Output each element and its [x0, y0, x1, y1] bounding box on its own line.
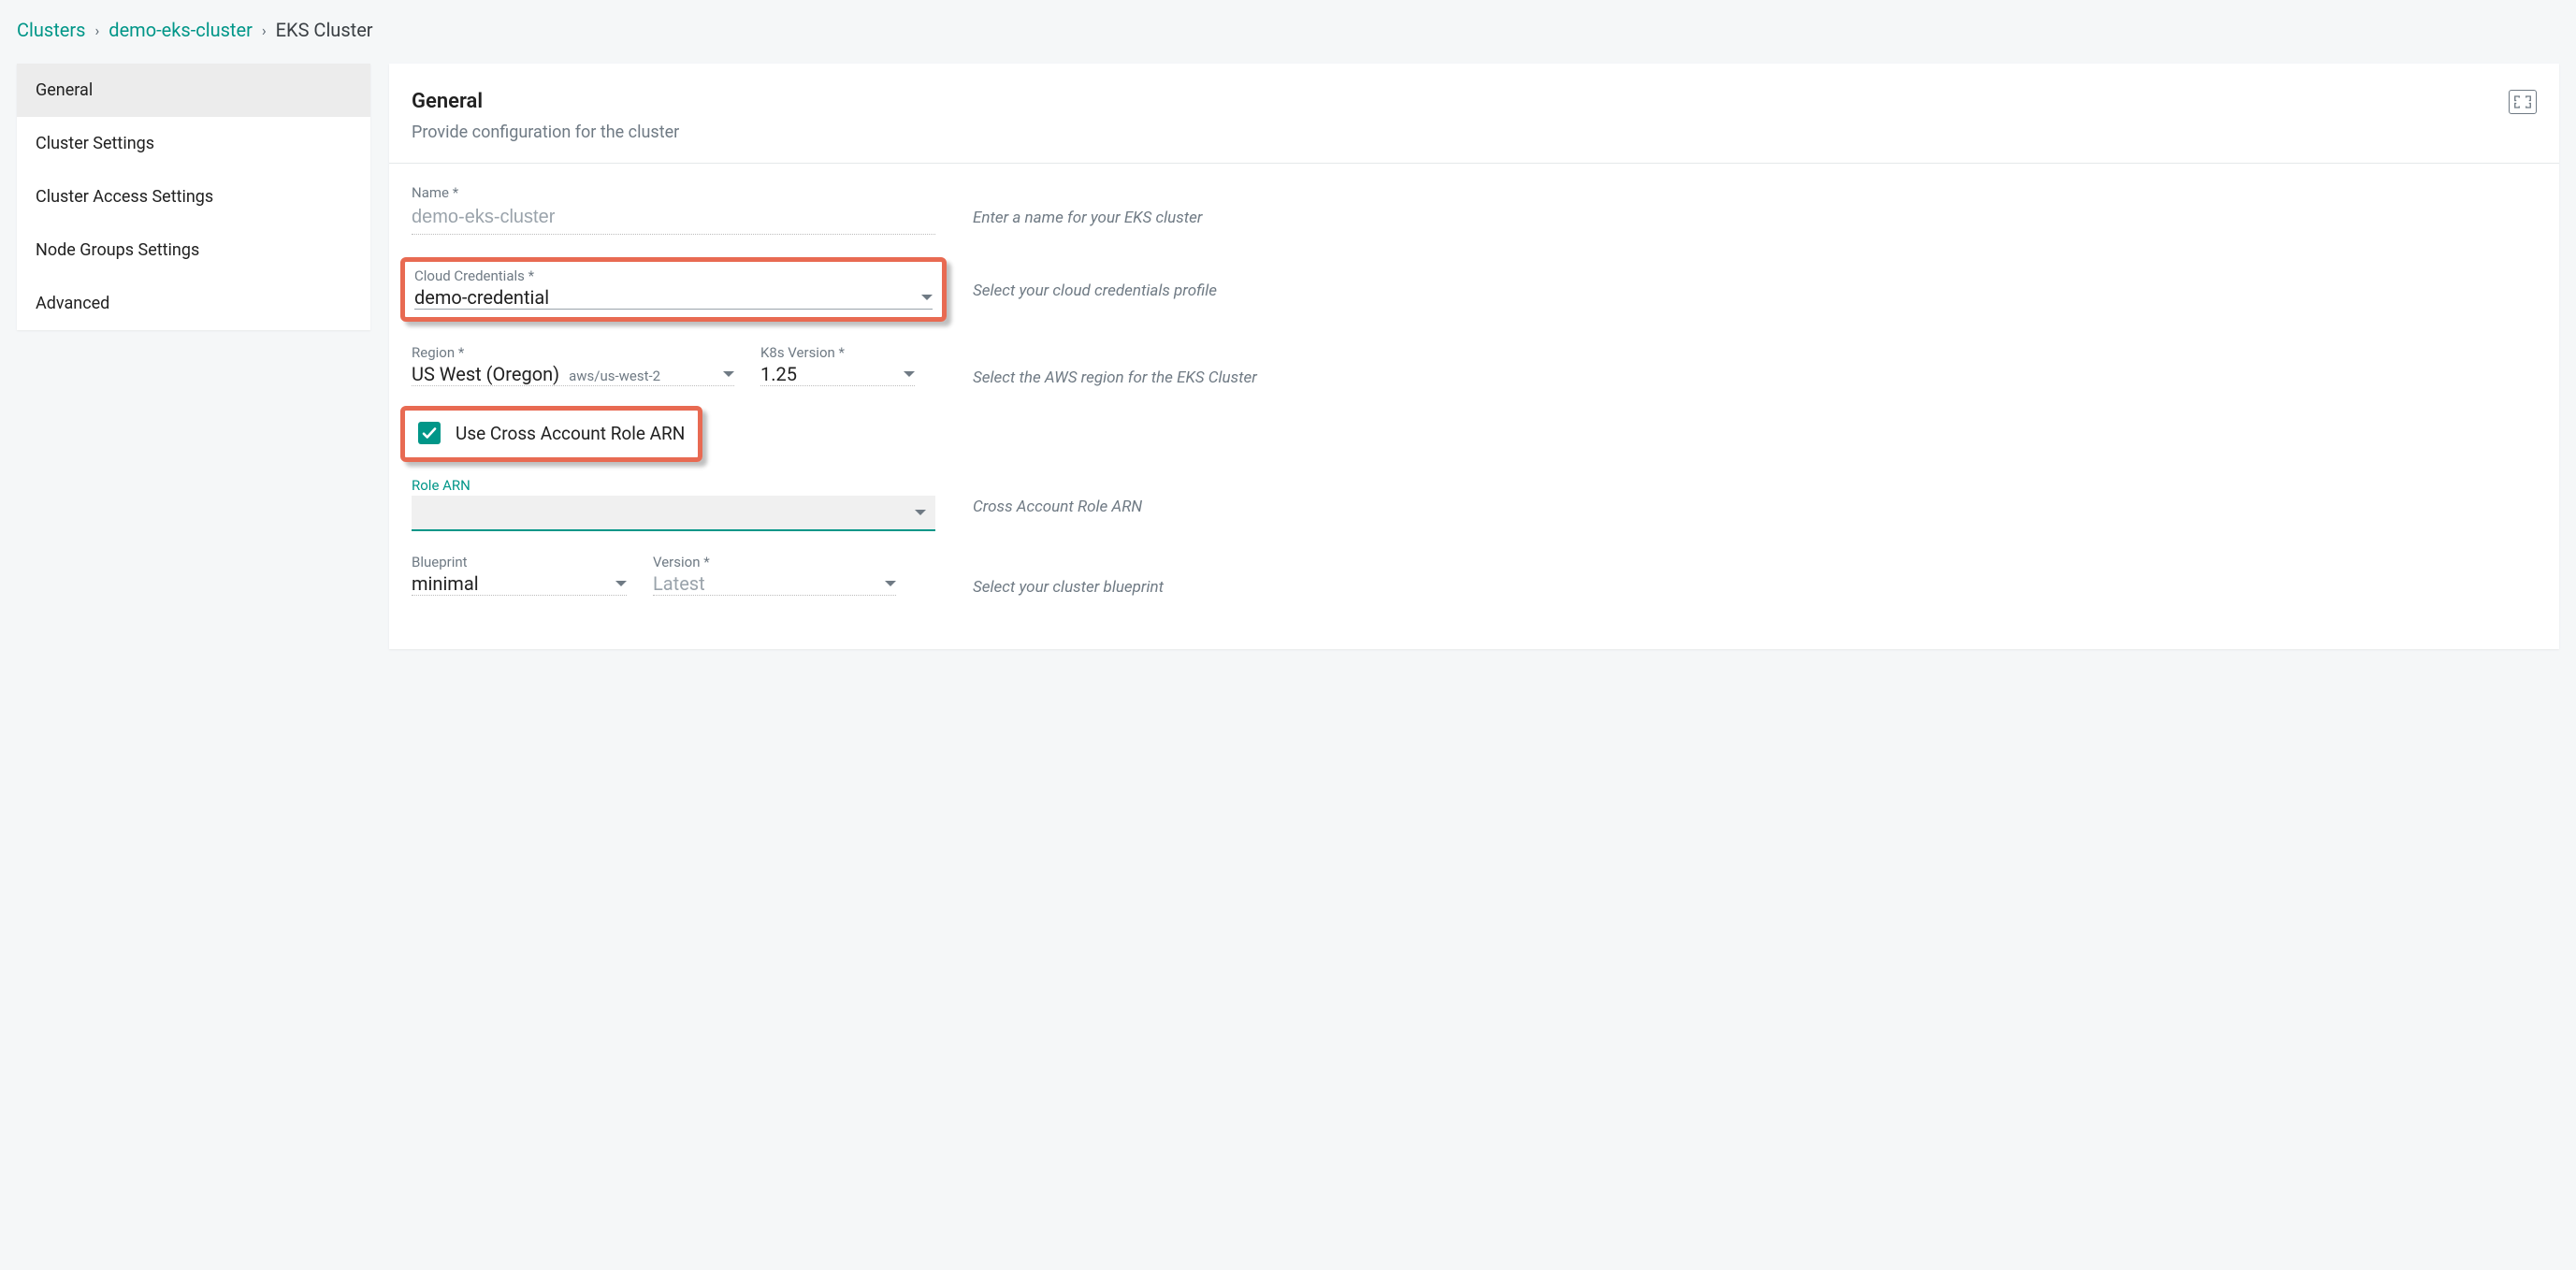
cross-account-label: Use Cross Account Role ARN: [456, 423, 685, 444]
main-panel: General Provide configuration for the cl…: [389, 64, 2559, 649]
cross-account-checkbox-row[interactable]: Use Cross Account Role ARN: [414, 416, 688, 450]
region-sub: aws/us-west-2: [569, 368, 660, 384]
blueprint-label: Blueprint: [412, 554, 627, 570]
cross-account-checkbox[interactable]: [418, 422, 441, 444]
name-label: Name *: [412, 184, 935, 201]
region-field[interactable]: Region * US West (Oregon) aws/us-west-2: [412, 344, 734, 386]
version-field[interactable]: Version * Latest: [653, 554, 896, 596]
name-input[interactable]: [412, 203, 935, 234]
section-title: General: [412, 90, 679, 113]
region-value: US West (Oregon): [412, 363, 559, 385]
breadcrumb-separator: ›: [94, 22, 99, 39]
blueprint-hint: Select your cluster blueprint: [973, 554, 2537, 597]
role-arn-select[interactable]: [412, 496, 935, 529]
cloud-credentials-hint: Select your cloud credentials profile: [973, 257, 2537, 300]
version-value: Latest: [653, 572, 705, 595]
expand-icon[interactable]: [2509, 90, 2537, 114]
blueprint-field[interactable]: Blueprint minimal: [412, 554, 627, 596]
sidebar-item-cluster-settings[interactable]: Cluster Settings: [17, 117, 370, 170]
cloud-credentials-field[interactable]: Cloud Credentials * demo-credential: [414, 267, 933, 310]
name-field[interactable]: Name *: [412, 184, 935, 235]
sidebar-item-general[interactable]: General: [17, 64, 370, 117]
name-hint: Enter a name for your EKS cluster: [973, 184, 2537, 227]
k8s-version-value: 1.25: [760, 363, 797, 385]
breadcrumb-cluster-link[interactable]: demo-eks-cluster: [109, 19, 253, 41]
chevron-down-icon: [904, 371, 915, 377]
chevron-down-icon: [915, 510, 926, 515]
chevron-down-icon: [885, 581, 896, 586]
chevron-down-icon: [723, 371, 734, 377]
chevron-down-icon: [615, 581, 627, 586]
sidebar-item-node-groups-settings[interactable]: Node Groups Settings: [17, 224, 370, 277]
k8s-version-label: K8s Version *: [760, 344, 915, 361]
cloud-credentials-label: Cloud Credentials *: [414, 267, 933, 284]
role-arn-label: Role ARN: [412, 477, 935, 494]
sidebar-item-cluster-access-settings[interactable]: Cluster Access Settings: [17, 170, 370, 224]
sidebar-item-advanced[interactable]: Advanced: [17, 277, 370, 330]
role-arn-field[interactable]: Role ARN: [412, 477, 935, 531]
sidebar: General Cluster Settings Cluster Access …: [17, 64, 370, 330]
section-subtitle: Provide configuration for the cluster: [412, 123, 679, 142]
version-label: Version *: [653, 554, 896, 570]
region-hint: Select the AWS region for the EKS Cluste…: [973, 344, 2537, 387]
region-label: Region *: [412, 344, 734, 361]
breadcrumb-clusters-link[interactable]: Clusters: [17, 19, 85, 41]
divider: [389, 163, 2559, 164]
breadcrumb-current: EKS Cluster: [276, 19, 373, 41]
blueprint-value: minimal: [412, 572, 479, 595]
k8s-version-field[interactable]: K8s Version * 1.25: [760, 344, 915, 386]
cloud-credentials-value: demo-credential: [414, 286, 549, 309]
cloud-credentials-highlight: Cloud Credentials * demo-credential: [400, 257, 947, 322]
breadcrumb: Clusters › demo-eks-cluster › EKS Cluste…: [17, 19, 2559, 41]
cross-account-highlight: Use Cross Account Role ARN: [400, 406, 702, 462]
chevron-down-icon: [921, 295, 933, 300]
breadcrumb-separator: ›: [262, 22, 267, 39]
role-arn-hint: Cross Account Role ARN: [973, 477, 2537, 516]
